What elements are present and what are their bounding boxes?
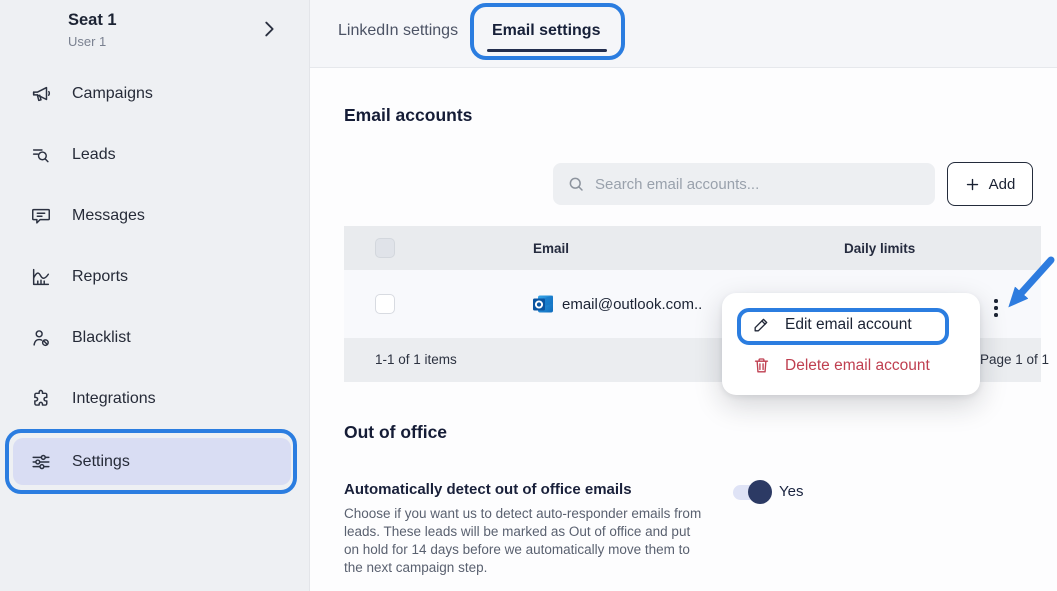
add-button[interactable]: Add — [947, 162, 1033, 206]
sidebar-item-label: Integrations — [72, 390, 156, 408]
sidebar-item-label: Leads — [72, 146, 116, 164]
column-header-email: Email — [533, 241, 569, 256]
search-icon — [567, 175, 585, 193]
sidebar-nav: Campaigns Leads Messages Reports — [0, 72, 310, 485]
active-tab-underline — [487, 49, 607, 52]
sidebar: Seat 1 User 1 Campaigns Leads — [0, 0, 310, 591]
sidebar-item-label: Settings — [72, 453, 130, 471]
trash-icon — [752, 356, 771, 375]
out-of-office-title: Out of office — [344, 422, 447, 443]
message-bubble-icon — [30, 205, 52, 227]
tab-email-settings[interactable]: Email settings — [492, 22, 600, 40]
sidebar-item-integrations[interactable]: Integrations — [0, 377, 310, 421]
sidebar-item-label: Messages — [72, 207, 145, 225]
megaphone-icon — [30, 83, 52, 105]
sidebar-item-reports[interactable]: Reports — [0, 255, 310, 299]
outlook-icon — [531, 292, 555, 316]
sidebar-item-leads[interactable]: Leads — [0, 133, 310, 177]
lead-search-icon — [30, 144, 52, 166]
search-input[interactable] — [595, 176, 915, 193]
table-header: Email Daily limits — [344, 226, 1041, 270]
sidebar-item-blacklist[interactable]: Blacklist — [0, 316, 310, 360]
kebab-menu-icon[interactable] — [988, 297, 1004, 319]
sidebar-item-campaigns[interactable]: Campaigns — [0, 72, 310, 116]
sliders-icon — [30, 451, 52, 473]
edit-pencil-icon — [752, 315, 771, 334]
items-count: 1-1 of 1 items — [375, 352, 457, 367]
seat-selector[interactable]: Seat 1 User 1 — [68, 11, 117, 49]
sidebar-item-label: Campaigns — [72, 85, 153, 103]
plus-icon — [965, 177, 980, 192]
section-title: Email accounts — [344, 105, 472, 126]
seat-title: Seat 1 — [68, 11, 117, 30]
row-context-menu: Edit email account Delete email account — [722, 293, 980, 395]
blocked-user-icon — [30, 327, 52, 349]
toggle-value-label: Yes — [779, 483, 803, 500]
puzzle-icon — [30, 388, 52, 410]
page-indicator: Page 1 of 1 — [980, 352, 1049, 367]
auto-detect-label: Automatically detect out of office email… — [344, 481, 632, 498]
auto-detect-description: Choose if you want us to detect auto-res… — [344, 505, 702, 577]
tab-bar: LinkedIn settings Email settings — [310, 0, 1057, 68]
menu-item-label: Edit email account — [785, 316, 912, 334]
column-header-daily-limits: Daily limits — [844, 241, 915, 256]
search-box — [553, 163, 935, 205]
menu-item-delete-email-account[interactable]: Delete email account — [752, 356, 930, 375]
select-all-checkbox[interactable] — [375, 238, 395, 258]
app-window: Seat 1 User 1 Campaigns Leads — [0, 0, 1057, 591]
row-checkbox[interactable] — [375, 294, 395, 314]
tab-linkedin-settings[interactable]: LinkedIn settings — [338, 22, 458, 40]
chevron-right-icon[interactable] — [258, 18, 280, 40]
sidebar-item-label: Blacklist — [72, 329, 131, 347]
menu-item-edit-email-account[interactable]: Edit email account — [752, 315, 912, 334]
sidebar-item-label: Reports — [72, 268, 128, 286]
toggle-knob — [748, 480, 772, 504]
add-button-label: Add — [989, 176, 1016, 193]
menu-item-label: Delete email account — [785, 357, 930, 375]
seat-subtitle: User 1 — [68, 34, 117, 49]
auto-detect-toggle[interactable] — [733, 485, 771, 500]
sidebar-item-messages[interactable]: Messages — [0, 194, 310, 238]
sidebar-item-settings[interactable]: Settings — [13, 438, 291, 485]
row-email-address: email@outlook.com.. — [562, 296, 702, 313]
chart-icon — [30, 266, 52, 288]
